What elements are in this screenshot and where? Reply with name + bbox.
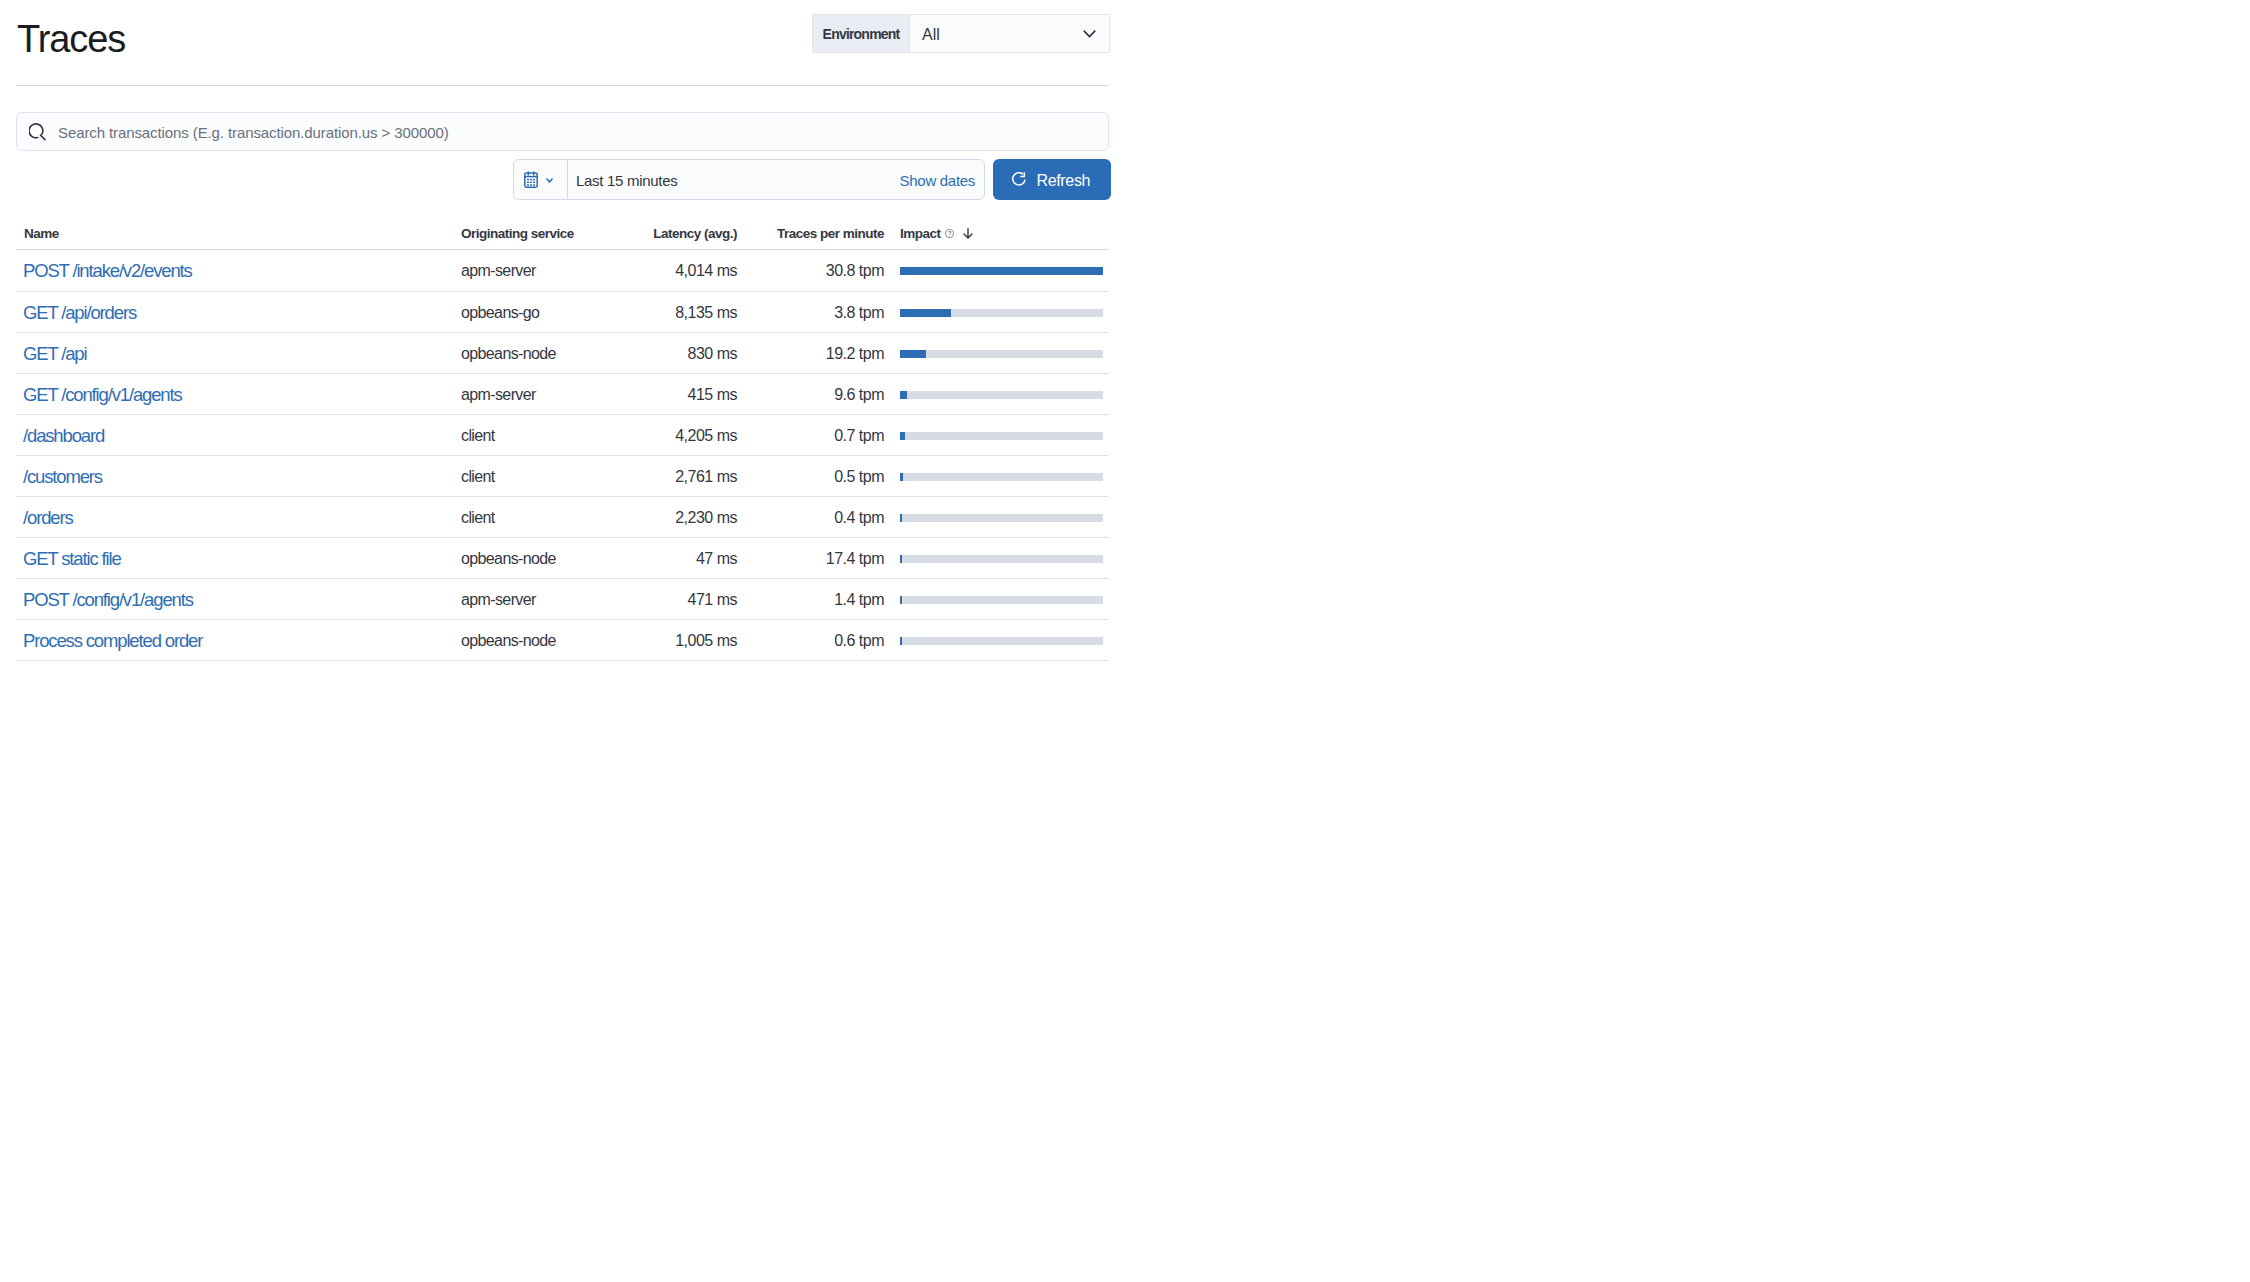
svg-text:?: ? bbox=[947, 230, 951, 236]
